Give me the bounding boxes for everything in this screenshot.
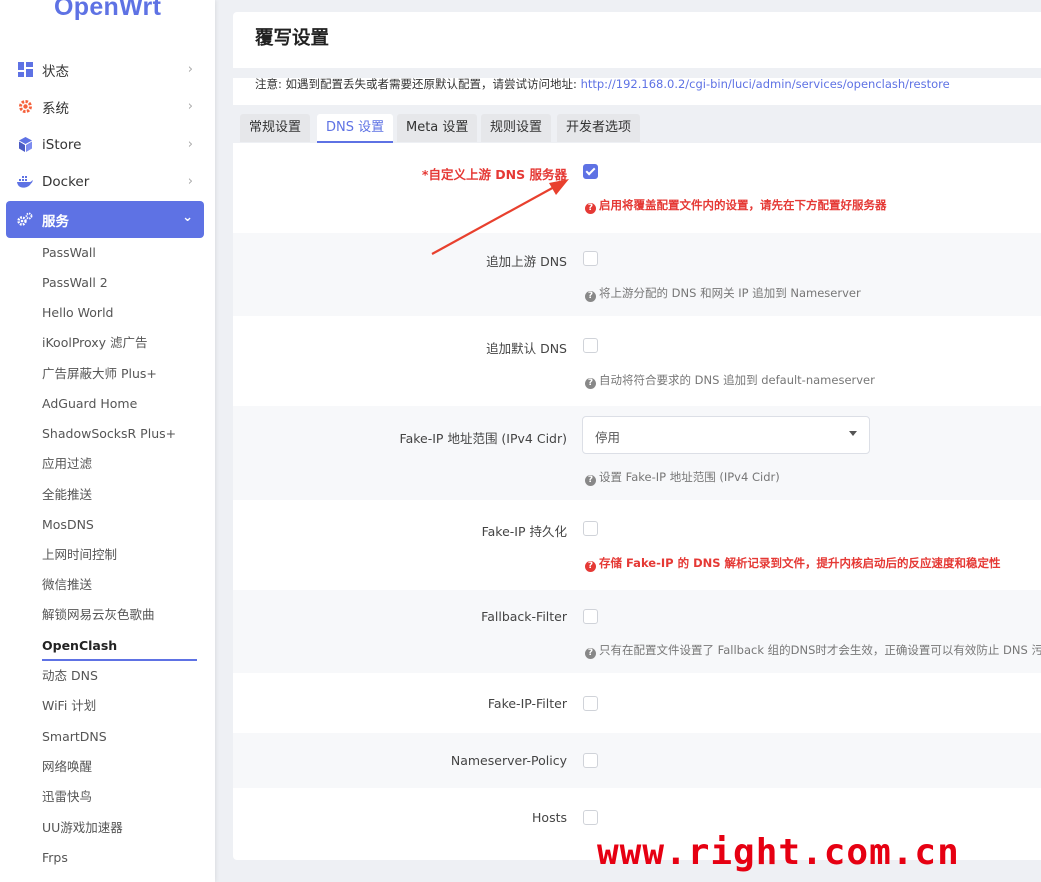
- chevron-right-icon: ›: [187, 174, 193, 189]
- caret-down-icon: [849, 431, 857, 436]
- sidebar: OpenWrt 状态 › 系统 › iStore › Docker › 服务 ⌄: [0, 0, 215, 882]
- submenu-item-hello-world[interactable]: Hello World: [42, 303, 113, 323]
- append-default-dns-checkbox[interactable]: [583, 338, 598, 353]
- menu-label: 状态: [42, 63, 69, 80]
- field-help: ? 启用将覆盖配置文件内的设置，请先在下方配置好服务器: [585, 197, 887, 214]
- field-fake-ip-filter: Fake-IP-Filter: [233, 673, 1041, 733]
- submenu-item-adguard-home[interactable]: AdGuard Home: [42, 394, 137, 414]
- settings-card: 覆写设置 注意: 如遇到配置丢失或者需要还原默认配置，请尝试访问地址: http…: [233, 12, 1041, 860]
- menu-item-system[interactable]: 系统 ›: [6, 88, 204, 125]
- submenu-item-mosdns[interactable]: MosDNS: [42, 515, 94, 535]
- submenu-item-app-filter[interactable]: 应用过滤: [42, 454, 92, 474]
- help-icon: ?: [585, 561, 596, 572]
- cogs-icon: [17, 212, 33, 228]
- submenu-item-time-control[interactable]: 上网时间控制: [42, 545, 117, 565]
- tab-developer[interactable]: 开发者选项: [557, 114, 641, 142]
- field-help: ? 只有在配置文件设置了 Fallback 组的DNS时才会生效，正确设置可以有效…: [585, 642, 1041, 659]
- field-append-upstream-dns: 追加上游 DNS ? 将上游分配的 DNS 和网关 IP 追加到 Nameserv…: [233, 233, 1041, 316]
- fake-ip-persist-checkbox[interactable]: [583, 521, 598, 536]
- field-label: Nameserver-Policy: [450, 753, 567, 768]
- field-append-default-dns: 追加默认 DNS ? 自动将符合要求的 DNS 追加到 default-names…: [233, 316, 1041, 406]
- fake-ip-filter-checkbox[interactable]: [583, 696, 598, 711]
- submenu-item-wechat-push[interactable]: 微信推送: [42, 575, 92, 595]
- submenu-item-wifi-schedule[interactable]: WiFi 计划: [42, 696, 96, 716]
- submenu-item-ssr-plus[interactable]: ShadowSocksR Plus+: [42, 424, 176, 444]
- field-fallback-filter: Fallback-Filter ? 只有在配置文件设置了 Fallback 组的D…: [233, 590, 1041, 673]
- notice-text: 注意: 如遇到配置丢失或者需要还原默认配置，请尝试访问地址:: [255, 77, 581, 91]
- field-label: Fake-IP 持久化: [481, 524, 567, 539]
- gear-icon: [17, 99, 33, 115]
- tab-meta[interactable]: Meta 设置: [397, 114, 478, 142]
- submenu-item-frps[interactable]: Frps: [42, 848, 68, 868]
- menu-label: iStore: [42, 136, 82, 153]
- field-label: 追加上游 DNS: [486, 254, 567, 269]
- help-icon: ?: [585, 648, 596, 659]
- submenu-item-ddns[interactable]: 动态 DNS: [42, 666, 98, 686]
- dashboard-icon: [17, 62, 33, 78]
- custom-dns-checkbox[interactable]: [583, 164, 598, 179]
- field-label: Fallback-Filter: [481, 609, 567, 624]
- page-title: 覆写设置: [255, 28, 330, 49]
- field-label: 追加默认 DNS: [486, 341, 567, 356]
- help-icon: ?: [585, 475, 596, 486]
- field-label: Fake-IP-Filter: [487, 696, 567, 711]
- field-help: ? 自动将符合要求的 DNS 追加到 default-nameserver: [585, 372, 875, 389]
- field-help: ? 将上游分配的 DNS 和网关 IP 追加到 Nameserver: [585, 285, 861, 302]
- field-help: ? 存储 Fake-IP 的 DNS 解析记录到文件，提升内核启动后的反应速度和稳…: [585, 555, 1001, 572]
- submenu-item-uu-accelerator[interactable]: UU游戏加速器: [42, 818, 123, 838]
- restore-link[interactable]: http://192.168.0.2/cgi-bin/luci/admin/se…: [581, 77, 950, 91]
- openwrt-logo[interactable]: OpenWrt: [54, 0, 161, 22]
- restore-notice: 注意: 如遇到配置丢失或者需要还原默认配置，请尝试访问地址: http://19…: [255, 76, 950, 92]
- site-watermark: www.right.com.cn: [597, 832, 960, 873]
- chevron-down-icon: ⌄: [182, 210, 193, 225]
- submenu-item-passwall[interactable]: PassWall: [42, 243, 96, 263]
- tab-general[interactable]: 常规设置: [240, 114, 311, 142]
- field-help: ? 设置 Fake-IP 地址范围 (IPv4 Cidr): [585, 469, 780, 486]
- hosts-checkbox[interactable]: [583, 810, 598, 825]
- field-fake-ip-persist: Fake-IP 持久化 ? 存储 Fake-IP 的 DNS 解析记录到文件，提升…: [233, 500, 1041, 590]
- menu-item-istore[interactable]: iStore ›: [6, 126, 204, 163]
- submenu-item-xunlei[interactable]: 迅雷快鸟: [42, 787, 92, 807]
- menu-item-services[interactable]: 服务 ⌄: [6, 201, 204, 238]
- submenu-item-push[interactable]: 全能推送: [42, 485, 92, 505]
- append-upstream-dns-checkbox[interactable]: [583, 251, 598, 266]
- submenu-item-adbyby[interactable]: 广告屏蔽大师 Plus+: [42, 364, 157, 384]
- docker-icon: [17, 174, 33, 190]
- chevron-right-icon: ›: [187, 137, 193, 152]
- menu-label: Docker: [42, 173, 90, 190]
- field-label: *自定义上游 DNS 服务器: [421, 167, 567, 182]
- submenu-item-ikoolproxy[interactable]: iKoolProxy 滤广告: [42, 333, 148, 353]
- select-value: 停用: [595, 430, 621, 445]
- field-label: Fake-IP 地址范围 (IPv4 Cidr): [399, 431, 567, 446]
- help-icon: ?: [585, 291, 596, 302]
- menu-label: 系统: [42, 100, 69, 117]
- help-icon: ?: [585, 203, 596, 214]
- menu-item-docker[interactable]: Docker ›: [6, 163, 204, 200]
- submenu-item-smartdns[interactable]: SmartDNS: [42, 727, 107, 747]
- submenu-item-wol[interactable]: 网络唤醒: [42, 757, 92, 777]
- tab-dns[interactable]: DNS 设置: [317, 114, 394, 143]
- field-label: Hosts: [532, 810, 567, 825]
- field-nameserver-policy: Nameserver-Policy: [233, 733, 1041, 788]
- menu-label: 服务: [42, 213, 69, 230]
- field-custom-dns: *自定义上游 DNS 服务器 ? 启用将覆盖配置文件内的设置，请先在下方配置好服务…: [233, 143, 1041, 233]
- nameserver-policy-checkbox[interactable]: [583, 753, 598, 768]
- submenu-item-passwall2[interactable]: PassWall 2: [42, 273, 108, 293]
- tab-rules[interactable]: 规则设置: [481, 114, 552, 142]
- fake-ip-range-select[interactable]: 停用: [582, 416, 870, 454]
- menu-item-status[interactable]: 状态 ›: [6, 51, 204, 88]
- fallback-filter-checkbox[interactable]: [583, 609, 598, 624]
- active-submenu-underline: [42, 659, 197, 661]
- cube-icon: [17, 137, 33, 153]
- field-fake-ip-range: Fake-IP 地址范围 (IPv4 Cidr) 停用 ? 设置 Fake-IP …: [233, 406, 1041, 500]
- chevron-right-icon: ›: [187, 62, 193, 77]
- submenu-item-unblock-music[interactable]: 解锁网易云灰色歌曲: [42, 605, 155, 625]
- chevron-right-icon: ›: [187, 99, 193, 114]
- help-icon: ?: [585, 378, 596, 389]
- submenu-item-openclash[interactable]: OpenClash: [42, 636, 117, 656]
